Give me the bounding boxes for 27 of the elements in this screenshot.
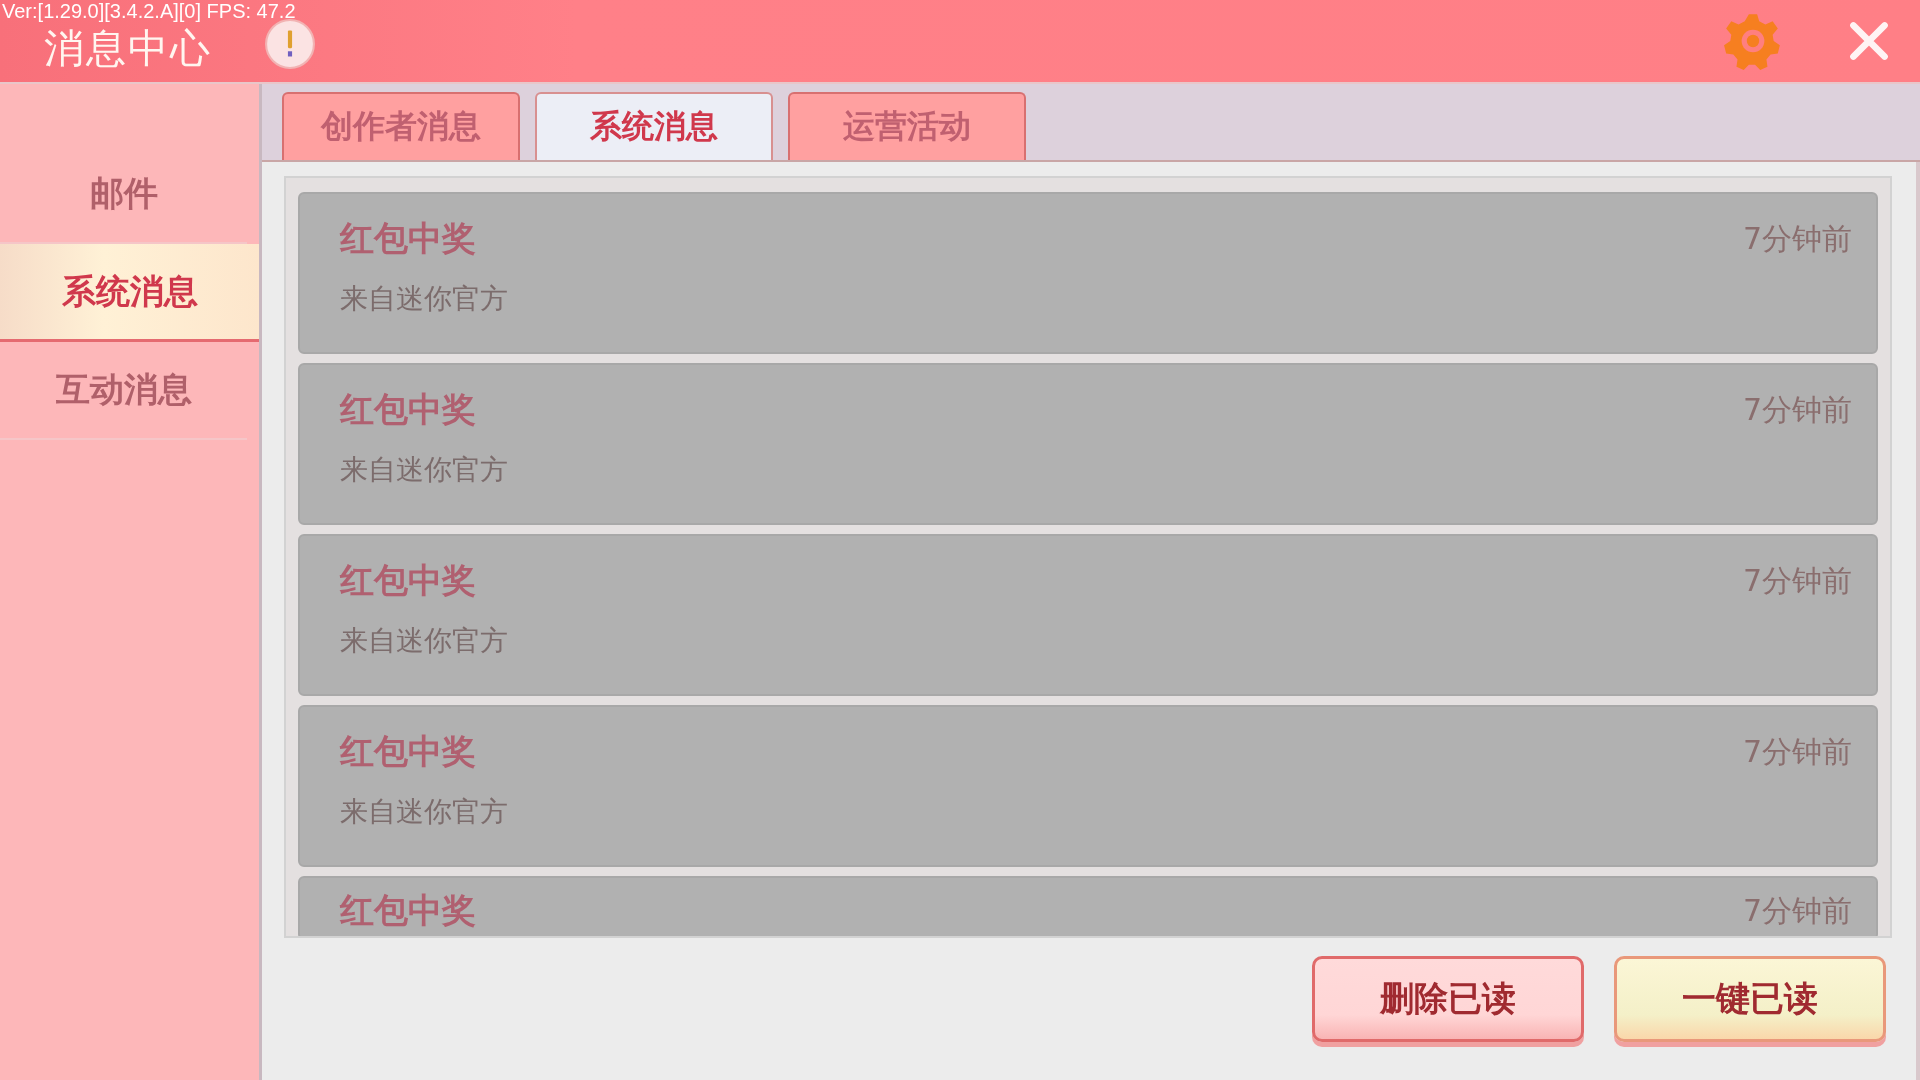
message-time: 7分钟前 (1742, 390, 1852, 429)
debug-overlay-text: Ver:[1.29.0][3.4.2.A][0] FPS: 47.2 (2, 0, 296, 23)
message-title: 红包中奖 (340, 388, 476, 431)
window-title: 消息中心 (44, 23, 212, 73)
message-sender: 来自迷你官方 (340, 623, 509, 659)
message-title: 红包中奖 (340, 730, 476, 773)
tab[interactable]: 创作者消息 (282, 92, 520, 160)
message-time: 7分钟前 (1742, 891, 1852, 930)
message-sender: 来自迷你官方 (340, 281, 509, 317)
message-time: 7分钟前 (1742, 219, 1852, 258)
message-sender: 来自迷你官方 (340, 452, 509, 488)
message-card[interactable]: 红包中奖 7分钟前 来自迷你官方 (298, 534, 1878, 696)
message-sender: 来自迷你官方 (340, 794, 509, 830)
message-time: 7分钟前 (1742, 561, 1852, 600)
message-title: 红包中奖 (340, 217, 476, 260)
message-card[interactable]: 红包中奖 7分钟前 来自迷你官方 (298, 363, 1878, 525)
tab[interactable]: 系统消息 (535, 92, 773, 160)
sidebar-item[interactable]: 系统消息 (0, 244, 259, 342)
message-card[interactable]: 红包中奖 7分钟前 来自迷你官方 (298, 705, 1878, 867)
sidebar-item[interactable]: 互动消息 (0, 342, 247, 440)
message-card[interactable]: 红包中奖 7分钟前 (298, 876, 1878, 936)
message-title: 红包中奖 (340, 559, 476, 602)
tab[interactable]: 运营活动 (788, 92, 1026, 160)
message-card[interactable]: 红包中奖 7分钟前 来自迷你官方 (298, 192, 1878, 354)
message-title: 红包中奖 (340, 889, 476, 932)
message-time: 7分钟前 (1742, 732, 1852, 771)
alert-icon[interactable] (264, 18, 316, 70)
